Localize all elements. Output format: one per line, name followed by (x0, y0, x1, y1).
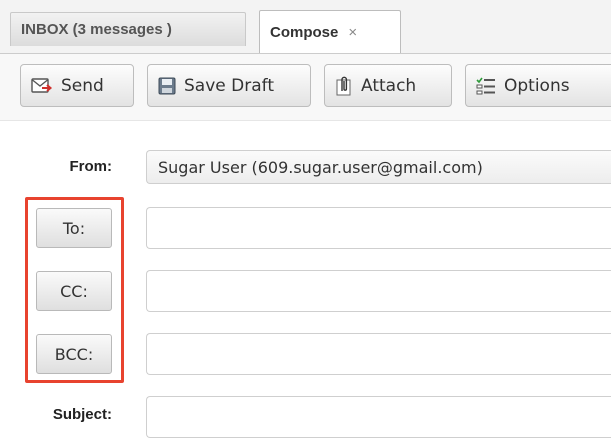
tab-compose-label: Compose (270, 24, 339, 41)
send-icon (31, 77, 53, 93)
from-value: Sugar User (609.sugar.user@gmail.com) (158, 157, 483, 177)
floppy-disk-icon (158, 77, 176, 94)
options-label: Options (504, 75, 570, 96)
from-label: From: (69, 158, 113, 175)
cc-field[interactable] (146, 270, 611, 312)
tab-compose[interactable]: Compose × (259, 10, 401, 54)
subject-field[interactable] (146, 396, 611, 438)
options-button[interactable]: Options (465, 64, 611, 107)
send-label: Send (61, 75, 104, 96)
paperclip-icon (336, 76, 351, 95)
save-draft-button[interactable]: Save Draft (147, 64, 311, 107)
tab-inbox[interactable]: INBOX (3 messages ) (10, 12, 246, 46)
send-button[interactable]: Send (20, 64, 134, 107)
to-field[interactable] (146, 207, 611, 249)
close-icon[interactable]: × (348, 24, 357, 41)
tab-inbox-label: INBOX (3 messages ) (21, 21, 172, 38)
checklist-icon (476, 77, 495, 94)
attach-button[interactable]: Attach (324, 64, 452, 107)
attach-label: Attach (361, 75, 417, 96)
save-draft-label: Save Draft (184, 75, 274, 96)
subject-label: Subject: (52, 406, 112, 423)
bcc-field[interactable] (146, 333, 611, 375)
from-select[interactable]: Sugar User (609.sugar.user@gmail.com) (146, 150, 611, 184)
highlight-box (25, 197, 124, 383)
